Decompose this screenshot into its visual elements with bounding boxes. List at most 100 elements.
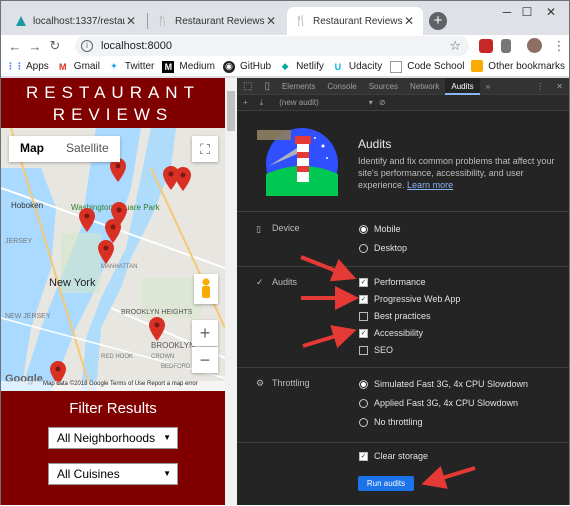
bookmark-code-school[interactable]: Code School [390,60,465,73]
inspect-element-icon[interactable]: ⬚ [237,81,258,92]
map-label-crown: CROWN [151,354,174,360]
audit-option-accessibility[interactable]: ✓ Accessibility [359,328,423,338]
dropdown-arrow-icon: ▼ [163,433,171,442]
map-label-new-york: New York [49,277,96,289]
street-view-pegman[interactable] [194,274,218,304]
radio-desktop[interactable] [359,243,368,253]
close-window-button[interactable]: ✕ [531,1,570,23]
devtools-tab-console[interactable]: Console [321,82,362,91]
close-tab-icon[interactable]: ✕ [403,14,415,28]
map-marker-icon[interactable] [79,208,95,232]
checkbox-clear-storage[interactable]: ✓ [359,451,368,461]
neighborhoods-select[interactable]: All Neighborhoods ▼ [48,427,178,449]
map-attribution[interactable]: Map data ©2018 Google Terms of Use Repor… [1,381,225,391]
tab-strip: localhost:1337/restaurants/ ✕ 🍴 Restaura… [1,1,569,35]
bookmark-twitter[interactable]: ✦ Twitter [108,61,154,73]
radio-none[interactable] [359,417,368,427]
tab-restaurant-reviews[interactable]: 🍴 Restaurant Reviews ✕ [149,7,285,35]
devtools-menu-icon[interactable]: ⋮ [530,82,550,91]
bookmark-github[interactable]: ◉ GitHub [222,60,272,73]
radio-simulated[interactable] [359,379,368,389]
tab-localhost-1337[interactable]: localhost:1337/restaurants/ ✕ [7,7,145,35]
page-scrollbar-thumb[interactable] [227,91,235,131]
clear-storage-option[interactable]: ✓ Clear storage [359,451,428,461]
map-marker-icon[interactable] [98,240,114,264]
more-tabs-button[interactable]: » [480,82,496,91]
clear-icon[interactable]: ⊘ [379,98,386,107]
back-arrow-icon[interactable]: ← [5,39,25,54]
device-option-desktop[interactable]: Desktop [359,243,407,253]
audit-option-seo[interactable]: SEO [359,345,393,355]
devtools-panel: ⬚ ▯ Elements Console Sources Network Aud… [237,77,569,505]
folder-icon [471,60,484,72]
audit-option-performance[interactable]: ✓ Performance [359,277,426,287]
bookmark-label: GitHub [239,61,272,72]
bookmarks-bar: ⋮⋮ Apps M Gmail ✦ Twitter M Medium ◉ GitHub ◆… [1,57,569,77]
map-type-map-button[interactable]: Map [9,136,55,162]
device-toolbar-icon[interactable]: ▯ [258,81,276,92]
tab-restaurant-reviews-active[interactable]: 🍴 Restaurant Reviews ✕ [287,7,423,35]
map[interactable]: Hoboken Washington Square Park New York … [1,128,225,391]
radio-applied[interactable] [359,398,368,408]
checkbox-best-practices[interactable] [359,311,368,321]
throttling-option-applied[interactable]: Applied Fast 3G, 4x CPU Slowdown [359,398,518,408]
cuisines-select[interactable]: All Cuisines ▼ [48,463,178,485]
run-audits-button[interactable]: Run audits [358,476,414,491]
checkbox-pwa[interactable]: ✓ [359,294,368,304]
checkbox-accessibility[interactable]: ✓ [359,328,368,338]
option-label: Best practices [374,311,431,321]
learn-more-link[interactable]: Learn more [407,180,453,190]
devtools-tab-audits[interactable]: Audits [445,77,480,95]
throttling-option-simulated[interactable]: Simulated Fast 3G, 4x CPU Slowdown [359,379,528,389]
bookmark-label: Udacity [348,61,383,72]
menu-kebab-icon[interactable]: ⋮ [549,38,569,54]
close-tab-icon[interactable]: ✕ [265,14,277,28]
map-type-satellite-button[interactable]: Satellite [55,136,120,162]
throttling-option-none[interactable]: No throttling [359,417,423,427]
add-audit-icon[interactable]: + [243,98,248,107]
new-tab-button[interactable]: + [429,12,447,30]
fullscreen-button[interactable]: ⛶ [192,136,218,162]
close-tab-icon[interactable]: ✕ [125,14,137,28]
devtools-tab-elements[interactable]: Elements [276,82,321,91]
bookmark-apps[interactable]: ⋮⋮ Apps [6,61,49,73]
map-marker-icon[interactable] [149,317,165,341]
checkbox-performance[interactable]: ✓ [359,277,368,287]
forward-arrow-icon[interactable]: → [25,39,45,54]
devtools-tab-network[interactable]: Network [404,82,445,91]
site-header: RESTAURANT REVIEWS [1,78,225,128]
devtools-close-icon[interactable]: ✕ [550,82,569,91]
bookmark-medium[interactable]: M Medium [162,60,215,73]
checkbox-seo[interactable] [359,345,368,355]
info-icon[interactable]: i [81,40,93,52]
reload-icon[interactable]: ↻ [45,38,65,54]
bookmark-udacity[interactable]: U Udacity [332,61,383,73]
audit-option-pwa[interactable]: ✓ Progressive Web App [359,294,460,304]
bookmark-netlify[interactable]: ◆ Netlify [279,61,324,73]
download-icon[interactable]: ⤓ [260,98,264,108]
fork-knife-icon: 🍴 [294,15,308,27]
map-label-bedford: BEDFORD [161,364,191,370]
netlify-icon: ◆ [281,61,289,71]
checkmark-icon: ✓ [256,277,264,287]
map-marker-icon[interactable] [175,167,191,191]
page-scrollbar[interactable] [225,78,237,505]
extension-icon[interactable] [501,39,511,53]
page-icon [390,60,403,73]
audit-select-arrow-icon[interactable]: ▾ [369,98,373,107]
radio-mobile[interactable] [359,224,368,234]
device-option-mobile[interactable]: Mobile [359,224,401,234]
address-bar[interactable]: i localhost:8000 ☆ [75,36,469,56]
audit-option-best-practices[interactable]: Best practices [359,311,431,321]
browser-toolbar: ← → ↻ i localhost:8000 ☆ ⋮ [1,35,569,57]
zoom-in-button[interactable]: + [192,320,218,346]
extension-shield-icon[interactable] [479,39,493,53]
profile-avatar[interactable] [527,38,542,53]
devtools-tab-sources[interactable]: Sources [363,82,404,91]
star-icon[interactable]: ☆ [449,38,461,54]
option-label: Desktop [374,243,408,253]
audit-select[interactable]: (new audit) [279,98,319,107]
bookmark-gmail[interactable]: M Gmail [57,61,100,73]
bookmark-other[interactable]: Other bookmarks [471,60,565,72]
zoom-out-button[interactable]: − [192,347,218,373]
